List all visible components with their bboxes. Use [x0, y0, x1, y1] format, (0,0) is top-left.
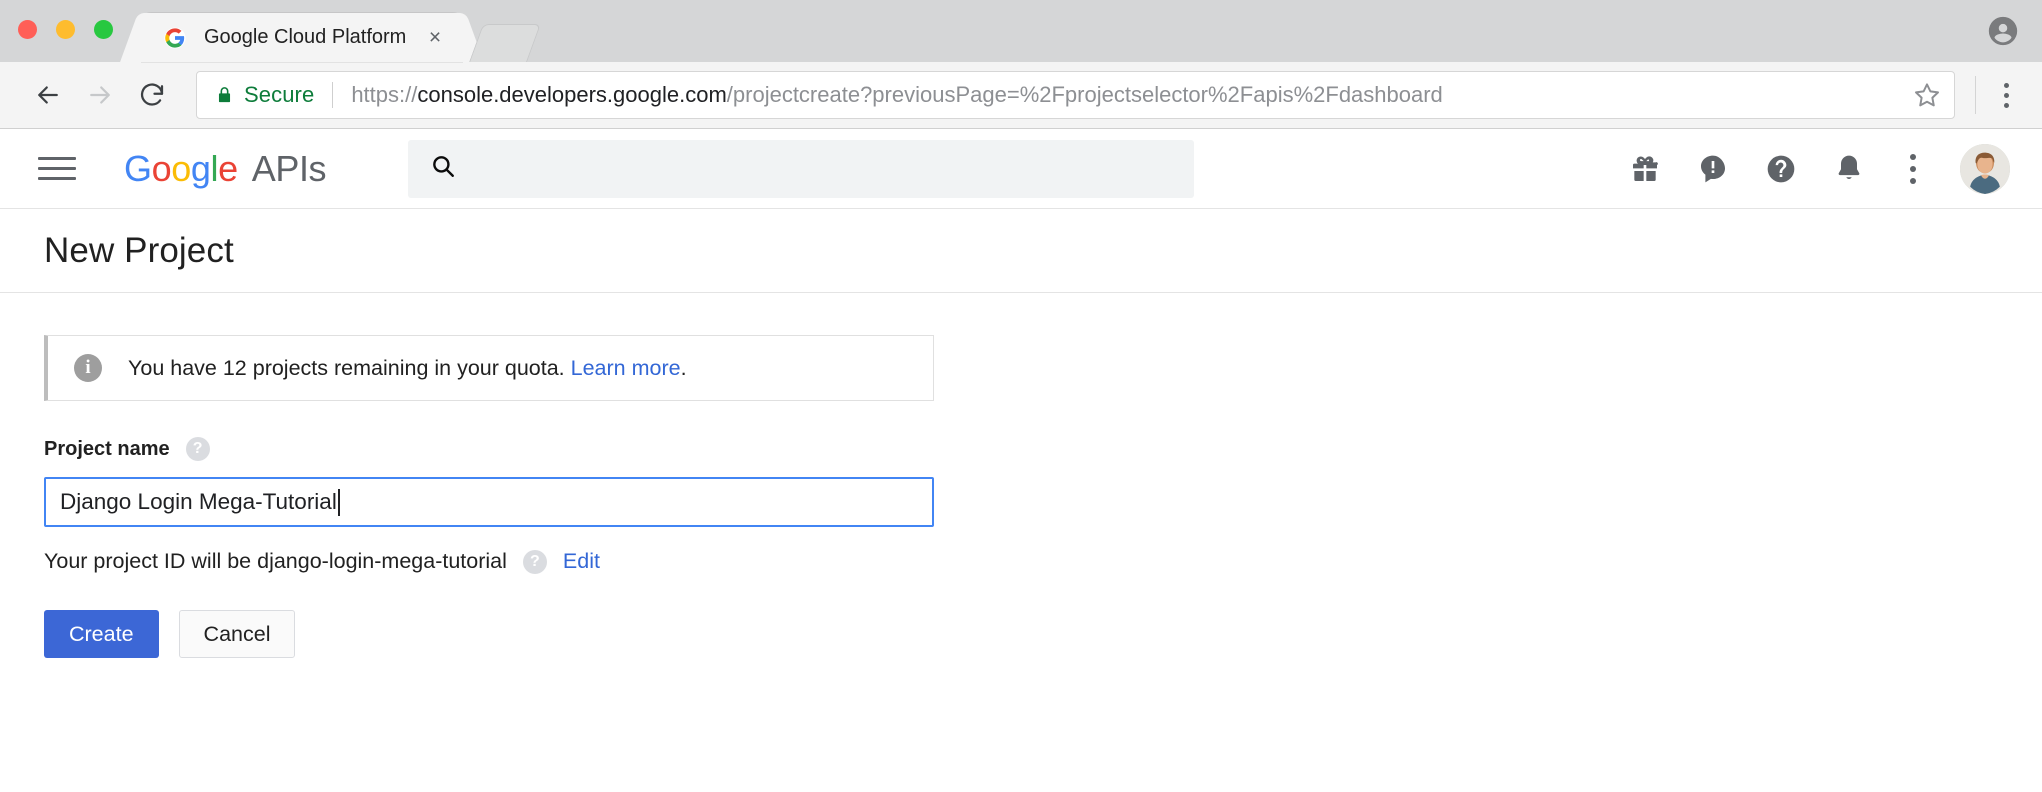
quota-info-banner: i You have 12 projects remaining in your… — [44, 335, 934, 401]
browser-window: Google Cloud Platform × Secure https://c… — [0, 0, 2042, 792]
cancel-button[interactable]: Cancel — [178, 610, 296, 658]
logo-letter-g2: g — [190, 147, 211, 189]
project-name-label: Project name — [44, 437, 170, 460]
url-text: https://console.developers.google.com/pr… — [351, 82, 1902, 108]
quota-message: You have 12 projects remaining in your q… — [128, 355, 565, 380]
profile-avatar-icon[interactable] — [1986, 14, 2020, 48]
page-viewport: Go o g l e APIs New Project i You have 1… — [0, 129, 2042, 792]
minimize-window-button[interactable] — [56, 20, 75, 39]
url-scheme: https:// — [351, 82, 418, 107]
url-host: console.developers.google.com — [417, 82, 727, 107]
edit-project-id-link[interactable]: Edit — [563, 549, 600, 574]
search-bar[interactable] — [408, 139, 1195, 198]
google-g-favicon — [164, 26, 186, 49]
learn-more-link[interactable]: Learn more — [571, 356, 681, 380]
chrome-menu-icon[interactable] — [1992, 82, 2020, 108]
form-actions: Create Cancel — [44, 610, 2042, 658]
google-apis-header: Go o g l e APIs — [0, 129, 2042, 209]
security-label: Secure — [244, 82, 315, 107]
search-icon — [430, 153, 456, 184]
project-name-input[interactable]: Django Login Mega-Tutorial — [44, 477, 934, 527]
logo-letter-e: e — [218, 147, 238, 189]
browser-tab-active[interactable]: Google Cloud Platform × — [142, 13, 462, 62]
project-name-label-row: Project name ? — [44, 437, 2042, 461]
logo-suffix-apis: APIs — [251, 147, 327, 189]
url-path: /projectcreate?previousPage=%2Fprojectse… — [726, 82, 1443, 107]
page-title: New Project — [44, 230, 234, 270]
logo-letter-g1: G — [124, 147, 152, 189]
window-traffic-lights — [18, 20, 113, 39]
project-id-hint: Your project ID will be django-login-meg… — [44, 549, 507, 573]
more-options-icon[interactable] — [1900, 152, 1926, 186]
forward-arrow-icon — [74, 69, 126, 121]
new-tab-button[interactable] — [469, 24, 541, 62]
reload-icon[interactable] — [126, 69, 178, 121]
page-title-bar: New Project — [0, 209, 2042, 293]
project-id-hint-row: Your project ID will be django-login-meg… — [44, 549, 2042, 574]
gift-icon[interactable] — [1628, 152, 1662, 186]
star-icon[interactable] — [1912, 80, 1942, 110]
page-content: i You have 12 projects remaining in your… — [0, 293, 2042, 658]
project-name-value: Django Login Mega-Tutorial — [60, 489, 337, 514]
text-cursor — [337, 488, 340, 516]
logo-letter-l: l — [210, 147, 219, 189]
hamburger-menu-icon[interactable] — [34, 146, 80, 192]
account-avatar[interactable] — [1960, 143, 2010, 194]
logo-letter-o2: o — [171, 147, 191, 189]
tab-title: Google Cloud Platform — [204, 26, 407, 48]
logo-letter-o1: o — [151, 147, 172, 189]
google-apis-logo[interactable]: Go o g l e APIs — [124, 147, 327, 190]
help-circle-icon[interactable]: ? — [522, 549, 547, 574]
help-circle-icon[interactable]: ? — [185, 437, 210, 461]
notifications-bell-icon[interactable] — [1832, 152, 1866, 186]
search-input[interactable] — [476, 157, 1173, 180]
close-window-button[interactable] — [18, 20, 37, 39]
create-button[interactable]: Create — [44, 610, 159, 658]
lock-icon — [215, 84, 234, 106]
address-bar[interactable]: Secure https://console.developers.google… — [196, 71, 1955, 119]
header-actions — [1628, 143, 2020, 194]
back-arrow-icon[interactable] — [22, 69, 74, 121]
info-icon: i — [74, 354, 102, 382]
maximize-window-button[interactable] — [94, 20, 113, 39]
tab-strip: Google Cloud Platform × — [0, 0, 2042, 62]
help-icon[interactable] — [1764, 152, 1798, 186]
close-icon[interactable]: × — [422, 25, 448, 51]
quota-info-text: You have 12 projects remaining in your q… — [128, 356, 687, 381]
toolbar-divider — [1975, 76, 1976, 114]
browser-toolbar: Secure https://console.developers.google… — [0, 62, 2042, 129]
omnibox-divider — [332, 82, 334, 108]
banner-period: . — [680, 355, 687, 380]
feedback-icon[interactable] — [1696, 152, 1730, 186]
